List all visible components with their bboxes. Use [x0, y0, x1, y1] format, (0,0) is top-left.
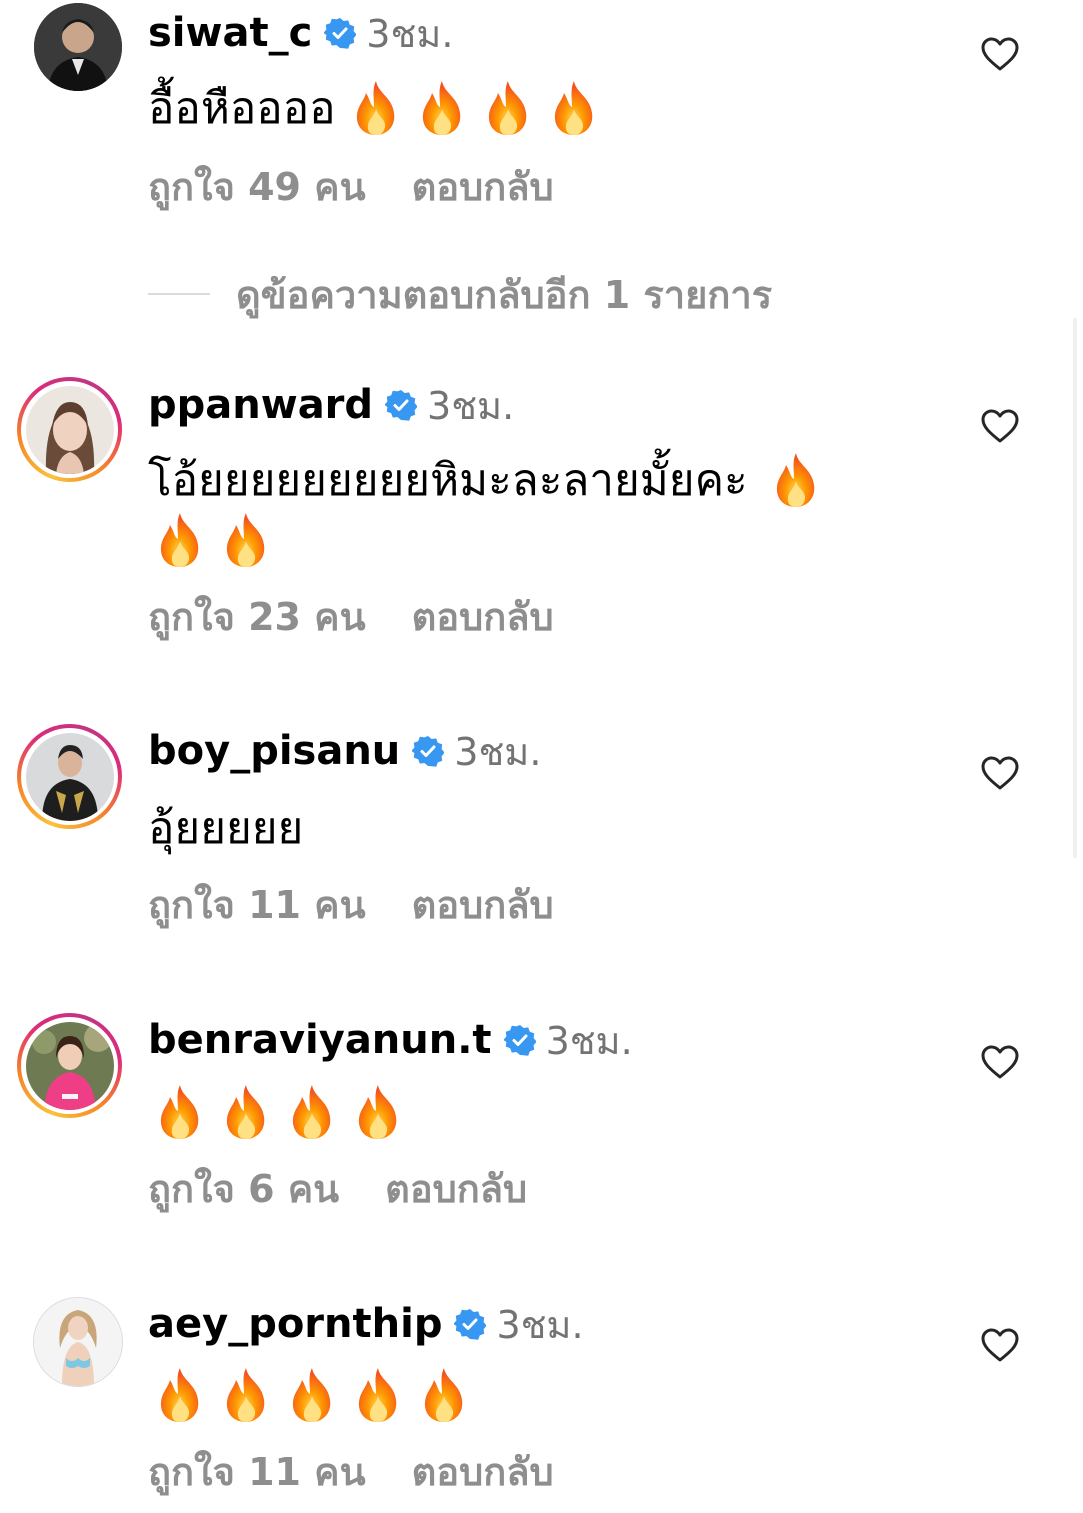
timestamp: 3ชม. — [496, 1302, 584, 1347]
heart-outline-icon[interactable] — [980, 1044, 1020, 1080]
heart-outline-icon[interactable] — [980, 36, 1020, 72]
like-count[interactable]: ถูกใจ 11 คน — [148, 874, 366, 935]
heart-outline-icon[interactable] — [980, 408, 1020, 444]
view-replies-button[interactable]: ดูข้อความตอบกลับอีก 1 รายการ — [148, 266, 772, 322]
comment-text: โอ้ยยยยยยยยยหิมะละลายมั้ยคะ — [148, 455, 748, 506]
reply-button[interactable]: ตอบกลับ — [412, 1441, 554, 1502]
reply-button[interactable]: ตอบกลับ — [412, 874, 554, 935]
heart-outline-icon[interactable] — [980, 755, 1020, 791]
comment-text: อื้อหืออออ — [148, 83, 336, 134]
verified-badge-icon — [454, 1308, 487, 1340]
avatar[interactable] — [33, 1297, 123, 1387]
reply-button[interactable]: ตอบกลับ — [412, 156, 554, 217]
comment-text-row: อุ้ยยยยย — [148, 796, 303, 860]
comment-text-row: อื้อหืออออ — [148, 76, 602, 140]
like-count[interactable]: ถูกใจ 23 คน — [148, 586, 366, 647]
comments-screen: siwat_c 3ชม. อื้อหืออออ ถูกใจ 49 คน ตอบก… — [0, 0, 1083, 1513]
avatar[interactable] — [33, 2, 123, 92]
heart-outline-icon[interactable] — [980, 1327, 1020, 1363]
comment-meta: ถูกใจ 49 คน ตอบกลับ — [148, 158, 554, 214]
avatar[interactable] — [17, 377, 122, 482]
timestamp: 3ชม. — [366, 11, 454, 56]
avatar-image — [25, 385, 114, 474]
fire-emoji — [414, 79, 470, 137]
comment-meta: ถูกใจ 11 คน ตอบกลับ — [148, 1443, 554, 1499]
fire-emoji — [218, 1366, 274, 1424]
fire-emoji — [284, 1083, 340, 1141]
emoji-row — [152, 1080, 406, 1144]
fire-emoji — [348, 79, 404, 137]
username[interactable]: benraviyanun.t — [148, 1017, 492, 1063]
like-count[interactable]: ถูกใจ 49 คน — [148, 156, 366, 217]
comment-meta: ถูกใจ 11 คน ตอบกลับ — [148, 876, 554, 932]
comment-header: boy_pisanu 3ชม. — [148, 724, 541, 778]
timestamp: 3ชม. — [545, 1018, 633, 1063]
comment-meta: ถูกใจ 6 คน ตอบกลับ — [148, 1160, 527, 1216]
avatar-image — [25, 1021, 114, 1110]
timestamp: 3ชม. — [454, 729, 542, 774]
fire-emoji — [416, 1366, 472, 1424]
fire-emoji — [480, 79, 536, 137]
comment-header: benraviyanun.t 3ชม. — [148, 1013, 633, 1067]
verified-badge-icon — [412, 735, 445, 767]
verified-badge-icon — [503, 1024, 536, 1056]
username[interactable]: ppanward — [148, 382, 373, 428]
view-replies-label: ดูข้อความตอบกลับอีก 1 รายการ — [236, 272, 773, 317]
fire-emoji — [218, 511, 274, 569]
comment-text: อุ้ยยยยย — [148, 803, 304, 854]
divider — [148, 293, 210, 295]
fire-emoji — [152, 511, 208, 569]
fire-emoji — [284, 1366, 340, 1424]
comment-meta: ถูกใจ 23 คน ตอบกลับ — [148, 588, 554, 644]
emoji-row — [152, 508, 274, 572]
comment-header: aey_pornthip 3ชม. — [148, 1297, 584, 1351]
fire-emoji — [152, 1083, 208, 1141]
username[interactable]: aey_pornthip — [148, 1301, 442, 1347]
comment-header: ppanward 3ชม. — [148, 378, 514, 432]
fire-emoji — [768, 451, 824, 509]
timestamp: 3ชม. — [427, 383, 515, 428]
username[interactable]: boy_pisanu — [148, 728, 400, 774]
avatar[interactable] — [17, 724, 122, 829]
emoji-row — [152, 1363, 472, 1427]
fire-emoji — [546, 79, 602, 137]
scrollbar[interactable] — [1073, 318, 1077, 858]
avatar-image — [34, 3, 122, 91]
comment-text-row: โอ้ยยยยยยยยยหิมะละลายมั้ยคะ — [148, 448, 824, 512]
verified-badge-icon — [385, 389, 418, 421]
fire-emoji — [152, 1366, 208, 1424]
like-count[interactable]: ถูกใจ 6 คน — [148, 1158, 339, 1219]
reply-button[interactable]: ตอบกลับ — [412, 586, 554, 647]
verified-badge-icon — [324, 17, 357, 49]
fire-emoji — [218, 1083, 274, 1141]
like-count[interactable]: ถูกใจ 11 คน — [148, 1441, 366, 1502]
fire-emoji — [350, 1083, 406, 1141]
avatar[interactable] — [17, 1013, 122, 1118]
avatar-image — [34, 1298, 122, 1386]
reply-button[interactable]: ตอบกลับ — [385, 1158, 527, 1219]
fire-emoji — [350, 1366, 406, 1424]
avatar-image — [25, 732, 114, 821]
comment-header: siwat_c 3ชม. — [148, 6, 453, 60]
username[interactable]: siwat_c — [148, 10, 312, 56]
